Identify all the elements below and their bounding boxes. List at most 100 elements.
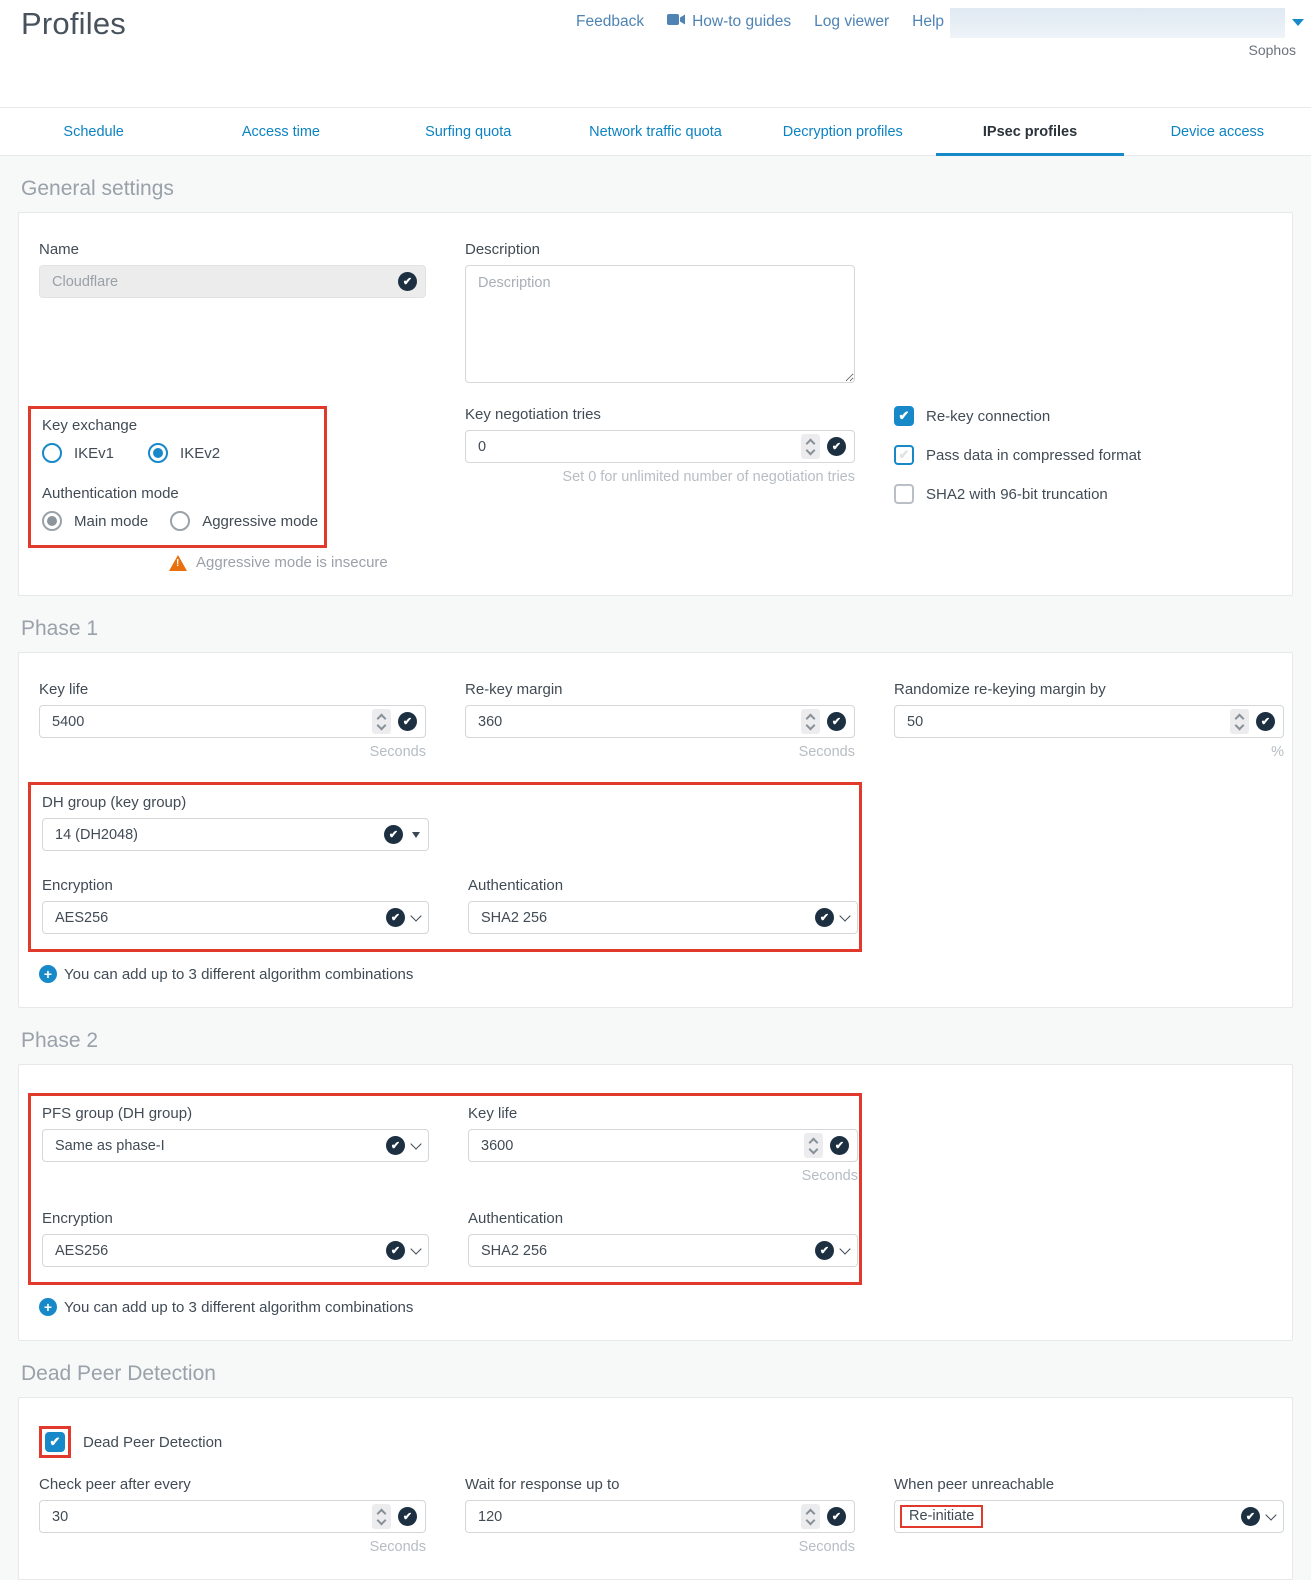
- dpd-check-peer-unit: Seconds: [39, 1539, 426, 1555]
- spinner-control[interactable]: [801, 709, 820, 734]
- p1-rekey-margin-label: Re-key margin: [465, 681, 855, 698]
- radio-main-mode[interactable]: [42, 511, 62, 531]
- p2-encryption-select[interactable]: AES256 ✔: [42, 1234, 429, 1267]
- tab-surfing-quota[interactable]: Surfing quota: [375, 108, 562, 155]
- dpd-check-peer-input[interactable]: [40, 1509, 425, 1525]
- tab-device-access[interactable]: Device access: [1124, 108, 1311, 155]
- p2-encryption-value: AES256: [43, 1243, 108, 1259]
- howto-guides-link[interactable]: How-to guides: [667, 13, 791, 31]
- valid-check-icon: ✔: [827, 712, 846, 731]
- rekey-connection-checkbox[interactable]: ✔: [894, 406, 914, 426]
- chevron-down-icon: [410, 910, 421, 921]
- valid-check-icon: ✔: [384, 825, 403, 844]
- p1-key-life-label: Key life: [39, 681, 426, 698]
- tab-access-time[interactable]: Access time: [187, 108, 374, 155]
- compressed-format-label: Pass data in compressed format: [926, 447, 1141, 464]
- tab-ipsec-profiles[interactable]: IPsec profiles: [936, 108, 1123, 155]
- radio-main-mode-label: Main mode: [74, 513, 148, 530]
- radio-aggressive-mode[interactable]: [170, 511, 190, 531]
- p1-key-life-input[interactable]: [40, 714, 425, 730]
- key-negotiation-input[interactable]: [466, 439, 854, 455]
- howto-guides-label: How-to guides: [692, 13, 791, 31]
- dpd-check-peer-group: Check peer after every ✔ Seconds: [39, 1476, 426, 1555]
- phase2-card: PFS group (DH group) Same as phase-I ✔ K…: [18, 1064, 1293, 1341]
- dpd-when-unreachable-select[interactable]: Re-initiate ✔: [894, 1500, 1284, 1533]
- help-link[interactable]: Help: [912, 13, 944, 31]
- p2-algorithms-highlight-box: PFS group (DH group) Same as phase-I ✔ K…: [28, 1093, 862, 1285]
- dpd-check-peer-label: Check peer after every: [39, 1476, 426, 1493]
- p2-pfs-label: PFS group (DH group): [42, 1105, 429, 1122]
- spinner-control[interactable]: [804, 1133, 823, 1158]
- phase1-card: Key life ✔ Seconds Re-key margin ✔ Secon…: [18, 652, 1293, 1008]
- account-name-redacted[interactable]: [950, 8, 1285, 38]
- radio-ikev1[interactable]: [42, 443, 62, 463]
- dpd-when-unreachable-label: When peer unreachable: [894, 1476, 1284, 1493]
- tab-decryption-profiles[interactable]: Decryption profiles: [749, 108, 936, 155]
- video-camera-icon: [667, 13, 686, 31]
- key-exchange-highlight-box: Key exchange IKEv1 IKEv2 Authentication …: [28, 406, 327, 548]
- feedback-link[interactable]: Feedback: [576, 13, 644, 31]
- p2-key-life-unit: Seconds: [468, 1168, 858, 1184]
- p1-dh-group-label: DH group (key group): [42, 794, 843, 811]
- add-plus-icon[interactable]: +: [39, 965, 57, 983]
- dpd-wait-unit: Seconds: [465, 1539, 855, 1555]
- p1-authentication-label: Authentication: [468, 877, 858, 894]
- dpd-wait-input[interactable]: [466, 1509, 854, 1525]
- p1-authentication-group: Authentication SHA2 256 ✔: [468, 877, 858, 934]
- p1-rekey-margin-input[interactable]: [466, 714, 854, 730]
- dpd-heading: Dead Peer Detection: [21, 1362, 1290, 1386]
- account-caret-down-icon[interactable]: [1292, 19, 1304, 26]
- radio-ikev2[interactable]: [148, 443, 168, 463]
- spinner-control[interactable]: [801, 1504, 820, 1529]
- dpd-enable-checkbox[interactable]: ✔: [45, 1432, 65, 1452]
- radio-ikev1-label: IKEv1: [74, 445, 114, 462]
- p2-pfs-value: Same as phase-I: [43, 1138, 165, 1154]
- dpd-wait-group: Wait for response up to ✔ Seconds: [465, 1476, 855, 1555]
- compressed-format-checkbox[interactable]: ✔: [894, 445, 914, 465]
- key-negotiation-field-group: Key negotiation tries ✔ Set 0 for unlimi…: [465, 406, 855, 485]
- spinner-control[interactable]: [372, 709, 391, 734]
- sha2-truncation-checkbox[interactable]: [894, 484, 914, 504]
- p1-encryption-select[interactable]: AES256 ✔: [42, 901, 429, 934]
- page-header: Profiles Feedback How-to guides Log view…: [0, 0, 1311, 107]
- p1-dh-group-value: 14 (DH2048): [43, 827, 138, 843]
- auth-mode-label: Authentication mode: [42, 485, 324, 502]
- warning-icon: !: [169, 555, 187, 571]
- spinner-control[interactable]: [1230, 709, 1249, 734]
- spinner-control[interactable]: [372, 1504, 391, 1529]
- dpd-when-unreachable-value: Re-initiate: [900, 1505, 983, 1528]
- p1-dh-group-select[interactable]: 14 (DH2048) ✔: [42, 818, 429, 851]
- p2-pfs-select[interactable]: Same as phase-I ✔: [42, 1129, 429, 1162]
- p2-key-life-group: Key life ✔ Seconds: [468, 1105, 858, 1184]
- add-plus-icon[interactable]: +: [39, 1298, 57, 1316]
- p2-authentication-group: Authentication SHA2 256 ✔: [468, 1210, 858, 1267]
- spinner-control[interactable]: [801, 434, 820, 459]
- p1-randomize-label: Randomize re-keying margin by: [894, 681, 1284, 698]
- rekey-connection-label: Re-key connection: [926, 408, 1050, 425]
- p2-authentication-select[interactable]: SHA2 256 ✔: [468, 1234, 858, 1267]
- tab-schedule[interactable]: Schedule: [0, 108, 187, 155]
- chevron-down-icon: [410, 1138, 421, 1149]
- log-viewer-link[interactable]: Log viewer: [814, 13, 889, 31]
- name-value: Cloudflare: [40, 274, 118, 290]
- valid-check-icon: ✔: [830, 1136, 849, 1155]
- p1-encryption-value: AES256: [43, 910, 108, 926]
- p1-randomize-input[interactable]: [895, 714, 1283, 730]
- p1-authentication-select[interactable]: SHA2 256 ✔: [468, 901, 858, 934]
- description-textarea[interactable]: [465, 265, 855, 383]
- brand-label: Sophos: [1249, 42, 1296, 58]
- phase1-heading: Phase 1: [21, 617, 1290, 641]
- chevron-down-icon: [839, 1243, 850, 1254]
- key-negotiation-input-wrap: ✔: [465, 430, 855, 463]
- valid-check-icon: ✔: [815, 908, 834, 927]
- dpd-enable-row: ✔ Dead Peer Detection: [39, 1426, 1272, 1458]
- dpd-when-unreachable-group: When peer unreachable Re-initiate ✔: [894, 1476, 1284, 1533]
- dpd-enable-label: Dead Peer Detection: [83, 1434, 222, 1451]
- p1-randomize-group: Randomize re-keying margin by ✔ %: [894, 681, 1284, 760]
- valid-check-icon: ✔: [1256, 712, 1275, 731]
- valid-check-icon: ✔: [815, 1241, 834, 1260]
- p1-add-note-text: You can add up to 3 different algorithm …: [64, 966, 413, 983]
- tab-network-traffic-quota[interactable]: Network traffic quota: [562, 108, 749, 155]
- p2-key-life-input[interactable]: [469, 1138, 857, 1154]
- p1-encryption-label: Encryption: [42, 877, 429, 894]
